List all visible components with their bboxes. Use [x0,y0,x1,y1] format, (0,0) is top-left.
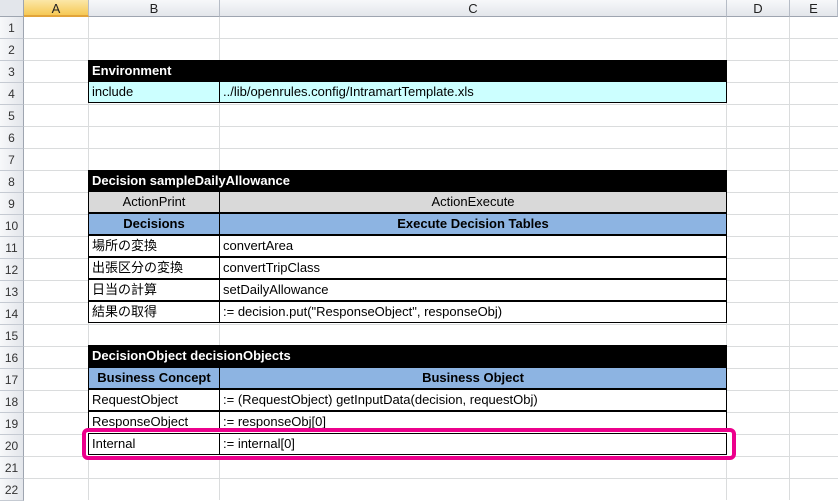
decision-row-b[interactable]: 出張区分の変換 [88,257,220,279]
decision-row-b[interactable]: 場所の変換 [88,235,220,257]
row-header[interactable]: 2 [0,39,24,61]
decision-title[interactable]: Decision sampleDailyAllowance [88,170,727,192]
column-header-c[interactable]: C [220,0,727,17]
column-header-b[interactable]: B [89,0,220,17]
decision-objects-header-b[interactable]: Business Concept [88,367,220,389]
row-header[interactable]: 6 [0,127,24,149]
row-header[interactable]: 3 [0,61,24,83]
environment-title[interactable]: Environment [88,60,727,82]
row-header[interactable]: 1 [0,17,24,39]
decision-sub-b[interactable]: Decisions [88,213,220,235]
row-header[interactable]: 21 [0,457,24,479]
decision-objects-title[interactable]: DecisionObject decisionObjects [88,345,727,367]
decision-row-c[interactable]: := decision.put("ResponseObject", respon… [219,301,727,323]
environment-value[interactable]: ../lib/openrules.config/IntramartTemplat… [219,81,727,103]
row-header[interactable]: 10 [0,215,24,237]
row-header[interactable]: 11 [0,237,24,259]
column-header-e[interactable]: E [790,0,838,17]
row-header[interactable]: 15 [0,325,24,347]
column-header-d[interactable]: D [727,0,790,17]
decision-objects-header-c[interactable]: Business Object [219,367,727,389]
decision-row-b[interactable]: 日当の計算 [88,279,220,301]
row-header[interactable]: 17 [0,369,24,391]
decision-row-c[interactable]: convertArea [219,235,727,257]
environment-key[interactable]: include [88,81,220,103]
row-header[interactable]: 22 [0,479,24,501]
row-header[interactable]: 9 [0,193,24,215]
row-header[interactable]: 18 [0,391,24,413]
row-header[interactable]: 12 [0,259,24,281]
gridline [789,17,790,500]
row-header[interactable]: 13 [0,281,24,303]
decision-object-row-c[interactable]: := internal[0] [219,433,727,455]
decision-row-c[interactable]: convertTripClass [219,257,727,279]
decision-row-c[interactable]: setDailyAllowance [219,279,727,301]
row-header[interactable]: 4 [0,83,24,105]
decision-object-row-b[interactable]: Internal [88,433,220,455]
decision-object-row-c[interactable]: := (RequestObject) getInputData(decision… [219,389,727,411]
row-header[interactable]: 16 [0,347,24,369]
row-header[interactable]: 7 [0,149,24,171]
select-all-button[interactable] [0,0,24,17]
column-header-a[interactable]: A [24,0,89,17]
row-header[interactable]: 19 [0,413,24,435]
row-header[interactable]: 20 [0,435,24,457]
decision-sub-c[interactable]: Execute Decision Tables [219,213,727,235]
decision-row-b[interactable]: 結果の取得 [88,301,220,323]
decision-header-b[interactable]: ActionPrint [88,191,220,213]
decision-object-row-b[interactable]: RequestObject [88,389,220,411]
decision-header-c[interactable]: ActionExecute [219,191,727,213]
row-header[interactable]: 5 [0,105,24,127]
row-header[interactable]: 14 [0,303,24,325]
row-header[interactable]: 8 [0,171,24,193]
